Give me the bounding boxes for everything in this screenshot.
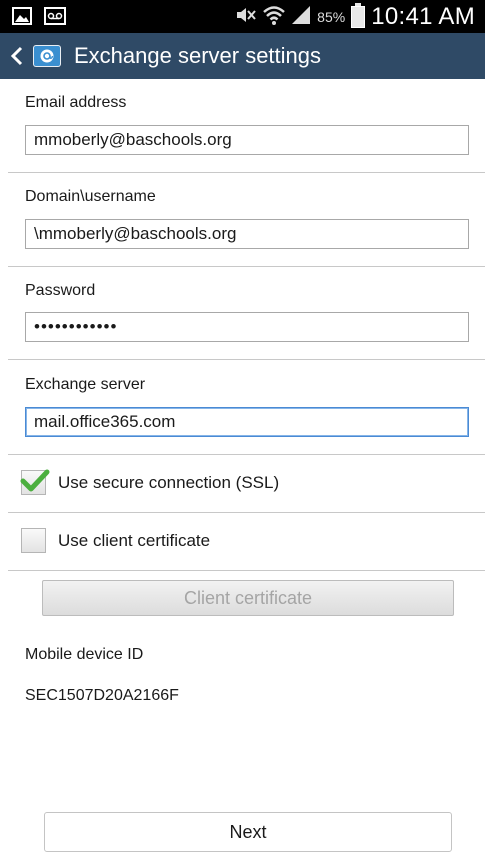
wifi-icon (263, 4, 285, 31)
next-button[interactable]: Next (44, 812, 452, 852)
divider (8, 512, 485, 513)
client-certificate-option[interactable]: Use client certificate (0, 521, 485, 561)
domain-username-input[interactable] (25, 219, 469, 249)
exchange-server-input[interactable] (25, 407, 469, 437)
client-certificate-button[interactable]: Client certificate (42, 580, 454, 616)
exchange-server-label: Exchange server (25, 376, 146, 393)
battery-icon (351, 3, 366, 28)
status-bar: 85% 10:41 AM (0, 0, 485, 33)
voicemail-icon (44, 7, 66, 30)
divider (8, 172, 485, 173)
divider (8, 454, 485, 455)
mute-icon (235, 5, 257, 30)
signal-icon (291, 5, 311, 30)
image-icon (12, 7, 32, 30)
password-label: Password (25, 282, 96, 299)
checkmark-icon (20, 469, 50, 492)
client-certificate-label: Use client certificate (58, 531, 211, 550)
client-certificate-checkbox[interactable] (21, 528, 46, 553)
email-app-icon[interactable] (32, 41, 62, 71)
clock: 10:41 AM (371, 3, 475, 30)
divider (8, 359, 485, 360)
action-bar: Exchange server settings (0, 33, 485, 79)
secure-connection-option[interactable]: Use secure connection (SSL) (0, 463, 485, 503)
device-id-value: SEC1507D20A2166F (25, 687, 179, 704)
secure-connection-label: Use secure connection (SSL) (58, 473, 280, 492)
email-input[interactable] (25, 125, 469, 155)
secure-connection-checkbox[interactable] (20, 469, 50, 495)
battery-percent: 85% (317, 9, 346, 25)
divider (8, 266, 485, 267)
page-title: Exchange server settings (74, 43, 322, 68)
email-label: Email address (25, 94, 127, 111)
password-input[interactable] (25, 312, 469, 342)
domain-username-label: Domain\username (25, 188, 156, 205)
device-id-label: Mobile device ID (25, 646, 144, 663)
chevron-left-icon[interactable] (4, 33, 30, 79)
divider (8, 570, 485, 571)
